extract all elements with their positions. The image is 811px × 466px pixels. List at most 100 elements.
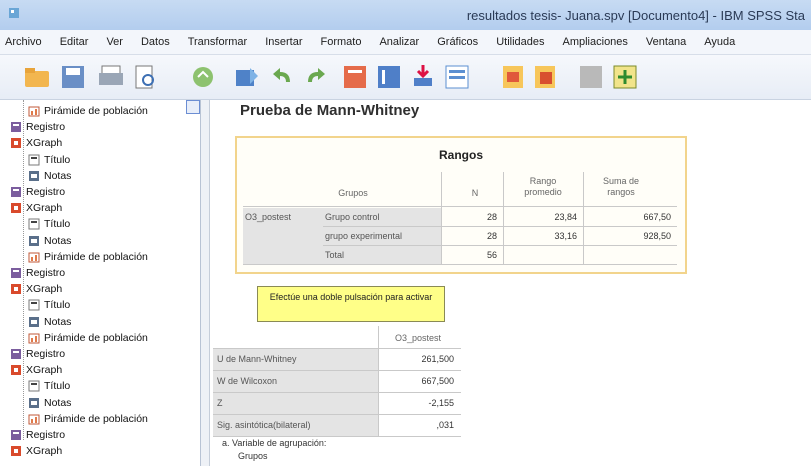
print-icon[interactable] — [96, 62, 126, 92]
outline-item-label: Registro — [26, 429, 66, 441]
col-header-variable: O3_postest — [394, 333, 442, 343]
xgraph-icon — [10, 202, 22, 214]
table-row-group: Grupo control — [325, 212, 380, 222]
menu-item[interactable]: Insertar — [256, 36, 311, 48]
promote-icon[interactable] — [576, 62, 606, 92]
chart-icon — [28, 251, 40, 263]
outline-item[interactable]: Notas — [28, 169, 71, 183]
outline-item[interactable]: Registro — [10, 347, 65, 361]
row-variable-label: O3_postest — [245, 212, 292, 222]
stat-value: ,031 — [436, 420, 454, 430]
outline-item-label: Registro — [26, 267, 66, 279]
outline-item[interactable]: Registro — [10, 428, 65, 442]
outline-item[interactable]: Título — [28, 298, 70, 312]
menu-item[interactable]: Datos — [132, 36, 179, 48]
xgraph-icon — [10, 137, 22, 149]
menu-item[interactable]: Archivo — [0, 36, 51, 48]
outline-item-label: Título — [44, 218, 71, 231]
title-icon — [28, 380, 40, 392]
col-header-n: N — [471, 188, 479, 198]
outline-item-label: Pirámide de población — [44, 331, 148, 344]
outline-item[interactable]: XGraph — [10, 363, 62, 377]
outline-item[interactable]: Título — [28, 217, 70, 231]
table-row-group: Total — [325, 250, 345, 260]
scrollbar-arrow[interactable] — [186, 100, 200, 114]
redo-icon[interactable] — [300, 62, 330, 92]
goto-variable-icon[interactable] — [374, 62, 404, 92]
outline-item[interactable]: Registro — [10, 185, 65, 199]
open-folder-icon[interactable] — [22, 62, 52, 92]
outline-item[interactable]: Notas — [28, 234, 71, 248]
ranks-table[interactable]: Rangos Grupos N Rango promedio Suma de r… — [235, 136, 687, 274]
grid-line — [213, 414, 461, 415]
show-all-icon[interactable] — [530, 62, 560, 92]
outline-item[interactable]: XGraph — [10, 282, 62, 296]
run-script-icon[interactable] — [610, 62, 640, 92]
stat-label: W de Wilcoxon — [217, 376, 278, 386]
menu-item[interactable]: Analizar — [370, 36, 428, 48]
outline-item-label: Pirámide de población — [44, 105, 148, 117]
title-bar: resultados tesis- Juana.spv [Documento4]… — [0, 0, 811, 31]
variables-icon[interactable] — [442, 62, 472, 92]
print-preview-icon[interactable] — [130, 62, 160, 92]
log-icon — [10, 267, 22, 279]
table-cell-mean-rank: 33,16 — [554, 231, 577, 241]
outline-item[interactable]: Notas — [28, 315, 71, 329]
undo-icon[interactable] — [268, 62, 298, 92]
test-statistics-table[interactable]: O3_postest U de Mann-Whitney 261,500 W d… — [210, 326, 470, 437]
xgraph-icon — [10, 283, 22, 295]
stat-label: Sig. asintótica(bilateral) — [217, 420, 311, 430]
recall-dialog-icon[interactable] — [188, 62, 218, 92]
output-viewer: Prueba de Mann-Whitney Rangos Grupos N R… — [210, 100, 811, 466]
outline-item[interactable]: Pirámide de población — [28, 104, 148, 118]
menu-item[interactable]: Editar — [51, 36, 98, 48]
outline-item[interactable]: XGraph — [10, 201, 62, 215]
grid-line — [503, 172, 504, 264]
table-cell-sum-ranks: 928,50 — [643, 231, 671, 241]
outline-item[interactable]: Pirámide de población — [28, 331, 148, 345]
menu-item[interactable]: Ampliaciones — [554, 36, 637, 48]
title-icon — [28, 154, 40, 166]
menu-bar: Archivo Editar Ver Datos Transformar Insertar… — [0, 30, 811, 55]
outline-item-label: Título — [44, 153, 71, 166]
notes-icon — [28, 397, 40, 409]
outline-item[interactable]: Pirámide de población — [28, 250, 148, 264]
stat-value: 667,500 — [421, 376, 454, 386]
outline-item-label: Notas — [44, 234, 72, 247]
grid-line — [213, 370, 461, 371]
outline-item[interactable]: Pirámide de población — [28, 412, 148, 426]
insert-cases-icon[interactable] — [408, 62, 438, 92]
outline-item[interactable]: Título — [28, 379, 70, 393]
menu-item[interactable]: Ventana — [637, 36, 695, 48]
outline-item-label: Notas — [44, 396, 72, 409]
chart-icon — [28, 332, 40, 344]
outline-item[interactable]: Registro — [10, 266, 65, 280]
outline-item-label: XGraph — [26, 283, 63, 296]
window-title: resultados tesis- Juana.spv [Documento4]… — [466, 8, 805, 23]
export-icon[interactable] — [232, 62, 262, 92]
table-cell-mean-rank: 23,84 — [554, 212, 577, 222]
outline-pane[interactable]: Pirámide de población Registro XGraph Títul… — [0, 100, 201, 466]
menu-item[interactable]: Utilidades — [487, 36, 553, 48]
xgraph-icon — [10, 364, 22, 376]
menu-item[interactable]: Formato — [312, 36, 371, 48]
col-header-mean-rank: Rango promedio — [524, 176, 562, 197]
menu-item[interactable]: Transformar — [179, 36, 257, 48]
outline-item[interactable]: XGraph — [10, 136, 62, 150]
save-icon[interactable] — [58, 62, 88, 92]
outline-item-label: XGraph — [26, 202, 63, 215]
outline-item[interactable]: Título — [28, 153, 70, 167]
grid-line — [583, 172, 584, 264]
menu-item[interactable]: Gráficos — [428, 36, 487, 48]
designate-window-icon[interactable] — [498, 62, 528, 92]
outline-item[interactable]: Notas — [28, 396, 71, 410]
spss-app-icon[interactable] — [8, 7, 20, 19]
outline-item[interactable]: Registro — [10, 120, 65, 134]
grid-line — [243, 206, 677, 207]
outline-item-label: Registro — [26, 121, 66, 134]
menu-item[interactable]: Ver — [97, 36, 132, 48]
outline-item[interactable]: XGraph — [10, 444, 62, 458]
menu-item[interactable]: Ayuda — [695, 36, 744, 48]
goto-case-icon[interactable] — [340, 62, 370, 92]
pane-splitter[interactable] — [201, 100, 210, 466]
